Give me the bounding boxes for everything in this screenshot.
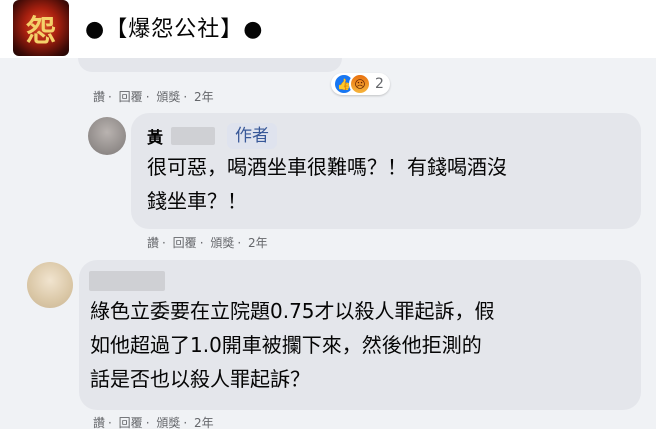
reply-action[interactable]: 回覆	[119, 416, 143, 430]
reply-action[interactable]: 回覆	[173, 236, 197, 250]
page-avatar[interactable]: 怨	[13, 0, 69, 56]
timestamp[interactable]: 2年	[194, 90, 214, 104]
comment-text-line-3: 話是否也以殺人罪起訴？	[90, 367, 310, 391]
blurred-name	[171, 127, 215, 145]
comment-text-line-1: 綠色立委要在立院題0.75才以殺人罪起訴，假	[90, 299, 495, 323]
like-action[interactable]: 讚	[147, 236, 159, 250]
reply-text-line-1: 很可惡，喝酒坐車很難嗎？！有錢喝酒沒	[147, 155, 507, 179]
award-action[interactable]: 頒獎	[210, 236, 234, 250]
comment-actions: 讚 · 回覆 · 頒獎 · 2年	[93, 416, 214, 430]
comment-text-line-2: 如他超過了1.0開車被攔下來，然後他拒測的	[90, 333, 482, 357]
award-action[interactable]: 頒獎	[156, 416, 180, 430]
timestamp[interactable]: 2年	[248, 236, 268, 250]
award-action[interactable]: 頒獎	[156, 90, 180, 104]
previous-comment-bubble	[78, 58, 342, 72]
page-header: 怨 ●【爆怨公社】●	[0, 0, 656, 58]
like-action[interactable]: 讚	[93, 90, 105, 104]
reaction-count: 2	[375, 76, 384, 92]
comment-actions: 讚 · 回覆 · 頒獎 · 2年	[93, 90, 214, 104]
reaction-summary[interactable]: 👍 ☹ 2	[331, 73, 390, 95]
reply-actions: 讚 · 回覆 · 頒獎 · 2年	[147, 236, 268, 250]
author-name[interactable]: 黃	[147, 124, 163, 148]
page-title[interactable]: ●【爆怨公社】●	[85, 11, 263, 43]
angry-icon: ☹	[349, 73, 371, 95]
timestamp[interactable]: 2年	[194, 416, 214, 430]
blurred-name	[89, 271, 165, 291]
like-action[interactable]: 讚	[93, 416, 105, 430]
reply-text-line-2: 錢坐車？！	[147, 189, 247, 213]
page-logo-icon: 怨	[26, 14, 56, 49]
reply-action[interactable]: 回覆	[119, 90, 143, 104]
author-badge: 作者	[227, 123, 277, 149]
avatar[interactable]	[27, 262, 73, 308]
avatar[interactable]	[88, 117, 126, 155]
